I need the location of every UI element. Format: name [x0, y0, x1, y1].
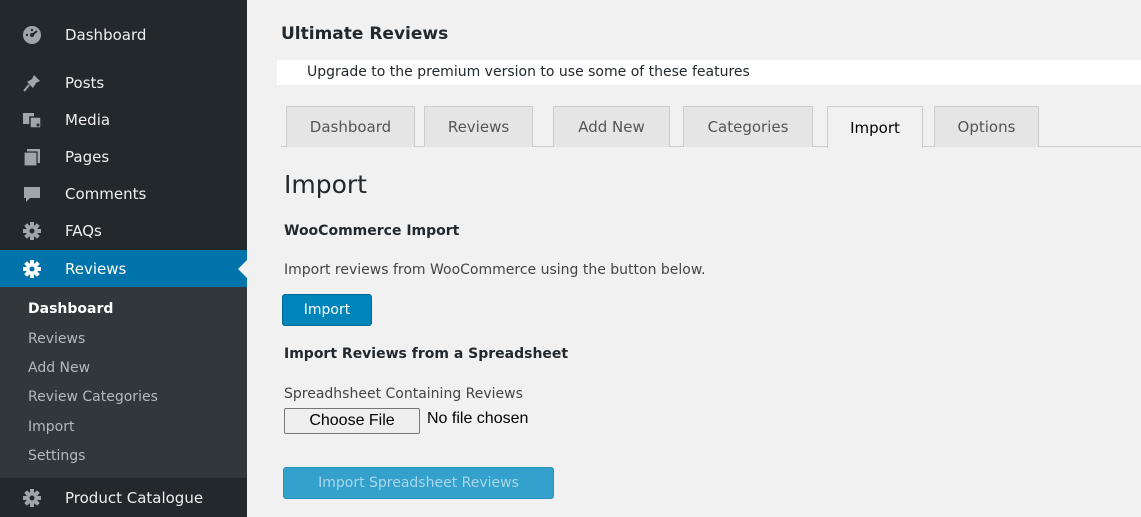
upgrade-notice: Upgrade to the premium version to use so…	[277, 60, 1141, 85]
sidebar-item-product-catalogue[interactable]: Product Catalogue	[0, 479, 247, 517]
dashboard-icon	[22, 25, 42, 45]
submenu-item-import[interactable]: Import	[28, 419, 74, 435]
tab-import[interactable]: Import	[827, 106, 923, 148]
import-spreadsheet-button[interactable]: Import Spreadsheet Reviews	[283, 467, 554, 499]
sidebar-item-label: FAQs	[65, 222, 102, 240]
tab-add-new[interactable]: Add New	[553, 106, 670, 147]
page-title: Ultimate Reviews	[281, 24, 449, 44]
pages-icon	[22, 147, 42, 167]
submenu-item-add-new[interactable]: Add New	[28, 360, 90, 376]
tab-categories[interactable]: Categories	[683, 106, 813, 147]
submenu-item-reviews[interactable]: Reviews	[28, 331, 85, 347]
submenu-item-review-categories[interactable]: Review Categories	[28, 389, 158, 405]
submenu-item-settings[interactable]: Settings	[28, 448, 85, 464]
sidebar-item-label: Comments	[65, 185, 147, 203]
gear-icon	[22, 259, 42, 279]
woocommerce-import-title: WooCommerce Import	[284, 223, 460, 239]
gear-icon	[22, 221, 42, 241]
reviews-submenu: Dashboard Reviews Add New Review Categor…	[0, 287, 247, 478]
submenu-item-dashboard[interactable]: Dashboard	[28, 301, 113, 317]
tab-bar: Dashboard Reviews Add New Categories Imp…	[281, 106, 1141, 148]
woocommerce-import-description: Import reviews from WooCommerce using th…	[284, 262, 706, 278]
main-content: Ultimate Reviews Upgrade to the premium …	[247, 0, 1141, 517]
tab-options[interactable]: Options	[934, 106, 1039, 147]
spreadsheet-import-title: Import Reviews from a Spreadsheet	[284, 346, 569, 362]
media-icon	[22, 110, 42, 130]
sidebar-item-reviews[interactable]: Reviews	[0, 250, 247, 287]
sidebar-item-label: Reviews	[65, 259, 127, 278]
sidebar-item-posts[interactable]: Posts	[0, 66, 247, 100]
choose-file-button[interactable]: Choose File	[284, 408, 420, 434]
gear-icon	[22, 488, 42, 508]
pin-icon	[22, 73, 42, 93]
admin-sidebar: Dashboard Posts Media Pages Comments FAQ…	[0, 0, 247, 517]
tab-reviews[interactable]: Reviews	[424, 106, 533, 147]
sidebar-item-label: Product Catalogue	[65, 489, 204, 507]
section-heading: Import	[284, 170, 367, 199]
sidebar-item-label: Posts	[65, 74, 105, 92]
sidebar-item-pages[interactable]: Pages	[0, 140, 247, 174]
sidebar-item-label: Media	[65, 111, 111, 129]
tab-dashboard[interactable]: Dashboard	[286, 106, 415, 147]
spreadsheet-file-label: Spreadhsheet Containing Reviews	[284, 386, 523, 402]
comment-icon	[22, 184, 42, 204]
sidebar-item-comments[interactable]: Comments	[0, 177, 247, 211]
import-button[interactable]: Import	[282, 294, 372, 326]
sidebar-item-label: Dashboard	[65, 26, 147, 44]
sidebar-item-media[interactable]: Media	[0, 103, 247, 137]
sidebar-item-dashboard[interactable]: Dashboard	[0, 18, 247, 52]
sidebar-item-faqs[interactable]: FAQs	[0, 214, 247, 248]
sidebar-item-label: Pages	[65, 148, 110, 166]
file-status-text: No file chosen	[427, 410, 529, 427]
